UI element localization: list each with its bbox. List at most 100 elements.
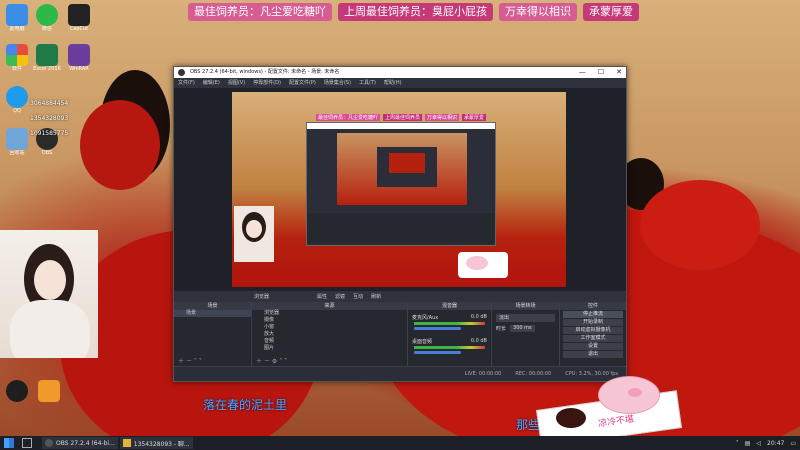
transitions-dock: 场景转场 淡出 时长 300 ms bbox=[492, 302, 560, 366]
refresh-button[interactable]: 刷新 bbox=[371, 293, 381, 300]
menu-view[interactable]: 视图(V) bbox=[228, 78, 245, 88]
banner-phrase-1: 万幸得以相识 bbox=[499, 3, 577, 21]
taskbar-item-label: 1354328093 - 聊... bbox=[133, 440, 190, 448]
mixer-channel-db: 0.0 dB bbox=[470, 338, 487, 344]
banner-phrase-2: 承蒙厚爱 bbox=[583, 3, 639, 21]
network-icon[interactable]: ▤ bbox=[745, 440, 751, 447]
duration-input[interactable]: 300 ms bbox=[510, 325, 535, 332]
menu-edit[interactable]: 编辑(E) bbox=[203, 78, 220, 88]
desktop-icon-excel[interactable]: Excel 2016 bbox=[32, 44, 62, 73]
desktop-icon-app[interactable]: 软件 bbox=[2, 44, 32, 73]
preview-banner-item: 承蒙厚爱 bbox=[462, 114, 487, 121]
overlay-number-3: 1091585775 bbox=[30, 130, 69, 137]
desktop-icon-winrar[interactable]: WinRAR bbox=[64, 44, 94, 73]
exit-button[interactable]: 退出 bbox=[563, 351, 623, 358]
desktop-icon-computer[interactable]: 此电脑 bbox=[2, 4, 32, 33]
add-icon[interactable]: ＋ bbox=[256, 358, 262, 365]
maximize-icon[interactable]: ☐ bbox=[598, 67, 604, 78]
preview-banner-item: 上周最佳饲养员 bbox=[383, 114, 423, 121]
obs-title-text: OBS 27.2.4 (64-bit, windows) - 配置文件: 未命名… bbox=[190, 69, 340, 75]
up-icon[interactable]: ˄ bbox=[194, 358, 197, 365]
remove-icon[interactable]: － bbox=[264, 358, 270, 365]
windows-start-icon[interactable] bbox=[4, 438, 14, 448]
clock[interactable]: 20:47 bbox=[767, 440, 784, 447]
source-item[interactable]: 浏览器 bbox=[252, 310, 407, 317]
up-icon[interactable]: ˄ bbox=[279, 358, 282, 365]
notification-icon[interactable]: ▭ bbox=[790, 440, 796, 447]
menu-scene-collection[interactable]: 场景集合(S) bbox=[324, 78, 351, 88]
start-virtual-camera-button[interactable]: 启动虚拟摄像机 bbox=[563, 327, 623, 334]
nested-nested-window bbox=[377, 147, 437, 187]
source-item[interactable]: 音频 bbox=[252, 338, 407, 345]
mixer-channel-name: 桌面音频 bbox=[412, 339, 433, 345]
desktop-icon-capcut[interactable]: CapCut bbox=[64, 4, 94, 33]
obs-icon bbox=[45, 439, 53, 447]
properties-button[interactable]: 属性 bbox=[317, 293, 327, 300]
desktop-icon-wechat[interactable]: 微信 bbox=[32, 4, 62, 33]
chevron-up-icon[interactable]: ˄ bbox=[736, 440, 739, 447]
lyric-subtitle: 落在春的泥土里 bbox=[203, 398, 288, 412]
sources-footer: ＋ － ⚙ ˄ ˅ bbox=[252, 357, 407, 366]
obs-preview-canvas[interactable]: 最佳饲养员：凡尘爱吃糖吖 上周最佳饲养员 万幸得以相识 承蒙厚爱 bbox=[232, 92, 566, 287]
game-icon bbox=[38, 380, 60, 402]
webcam-feed bbox=[0, 230, 98, 358]
source-item[interactable]: 小窗 bbox=[252, 324, 407, 331]
obs-title-bar[interactable]: OBS 27.2.4 (64-bit, windows) - 配置文件: 未命名… bbox=[174, 67, 626, 78]
menu-profile[interactable]: 配置文件(P) bbox=[289, 78, 316, 88]
desktop-icon-game[interactable] bbox=[34, 380, 64, 402]
duration-label: 时长 bbox=[496, 326, 507, 332]
nested-preview bbox=[337, 133, 467, 205]
down-icon[interactable]: ˅ bbox=[199, 358, 202, 365]
mixer-channel-mic: 麦克风/Aux 0.0 dB bbox=[408, 314, 491, 321]
volume-icon[interactable]: ◁ bbox=[756, 440, 761, 447]
selected-source-label: 浏览器 bbox=[254, 294, 270, 300]
audio-meter bbox=[414, 346, 485, 349]
interact-button[interactable]: 互动 bbox=[353, 293, 363, 300]
sources-header: 来源 bbox=[252, 302, 407, 310]
desktop-icon-qq-bottom[interactable] bbox=[2, 380, 32, 402]
close-icon[interactable]: ✕ bbox=[616, 67, 622, 78]
banner-last-week-feeder: 上周最佳饲养员：臭屁小屁孩 bbox=[338, 3, 493, 21]
audio-meter bbox=[414, 322, 485, 325]
stop-streaming-button[interactable]: 停止推流 bbox=[563, 311, 623, 318]
menu-help[interactable]: 帮助(H) bbox=[384, 78, 402, 88]
source-item[interactable]: 图片 bbox=[252, 345, 407, 352]
source-item[interactable]: 摄像 bbox=[252, 317, 407, 324]
studio-mode-button[interactable]: 工作室模式 bbox=[563, 335, 623, 342]
remove-icon[interactable]: － bbox=[186, 358, 192, 365]
desktop-icon-recycle-bin[interactable]: 回收站 bbox=[2, 128, 32, 157]
taskbar-item-obs[interactable]: OBS 27.2.4 (64-bi... bbox=[42, 437, 118, 449]
volume-slider[interactable] bbox=[414, 351, 461, 354]
scenes-header: 场景 bbox=[174, 302, 251, 310]
gear-icon[interactable]: ⚙ bbox=[272, 358, 277, 365]
menu-docks[interactable]: 停靠部件(D) bbox=[253, 78, 281, 88]
settings-button[interactable]: 设置 bbox=[563, 343, 623, 350]
task-view-icon[interactable] bbox=[22, 438, 32, 448]
red-robe-shape bbox=[640, 180, 760, 270]
down-icon[interactable]: ˅ bbox=[284, 358, 287, 365]
veil-shape bbox=[80, 100, 160, 190]
preview-banner: 最佳饲养员：凡尘爱吃糖吖 上周最佳饲养员 万幸得以相识 承蒙厚爱 bbox=[316, 114, 487, 121]
taskbar-item-chat[interactable]: 1354328093 - 聊... bbox=[119, 437, 193, 449]
obs-window[interactable]: OBS 27.2.4 (64-bit, windows) - 配置文件: 未命名… bbox=[173, 66, 627, 382]
source-item[interactable]: 放大 bbox=[252, 331, 407, 338]
scene-item[interactable]: 场景 bbox=[174, 310, 251, 317]
nested-docks bbox=[307, 213, 495, 243]
preview-pig-sticker bbox=[458, 252, 508, 278]
add-icon[interactable]: ＋ bbox=[178, 358, 184, 365]
menu-file[interactable]: 文件(F) bbox=[178, 78, 195, 88]
menu-tools[interactable]: 工具(T) bbox=[359, 78, 376, 88]
start-recording-button[interactable]: 开始录制 bbox=[563, 319, 623, 326]
scenes-footer: ＋ － ˄ ˅ bbox=[174, 357, 251, 366]
live-status: LIVE: 00:00:00 bbox=[464, 371, 502, 377]
minimize-icon[interactable]: — bbox=[579, 67, 586, 78]
capcut-icon bbox=[68, 4, 90, 26]
winrar-icon bbox=[68, 44, 90, 66]
volume-slider[interactable] bbox=[414, 327, 461, 330]
filters-button[interactable]: 滤镜 bbox=[335, 293, 345, 300]
desktop-icon-qq[interactable]: QQ bbox=[2, 86, 32, 115]
transition-select[interactable]: 淡出 bbox=[496, 314, 555, 322]
qq-icon bbox=[6, 86, 28, 108]
sources-dock: 来源 浏览器 摄像 小窗 放大 音频 图片 ＋ － ⚙ ˄ ˅ bbox=[252, 302, 408, 366]
pig-sticker: 凉冷不堪 bbox=[536, 370, 688, 448]
